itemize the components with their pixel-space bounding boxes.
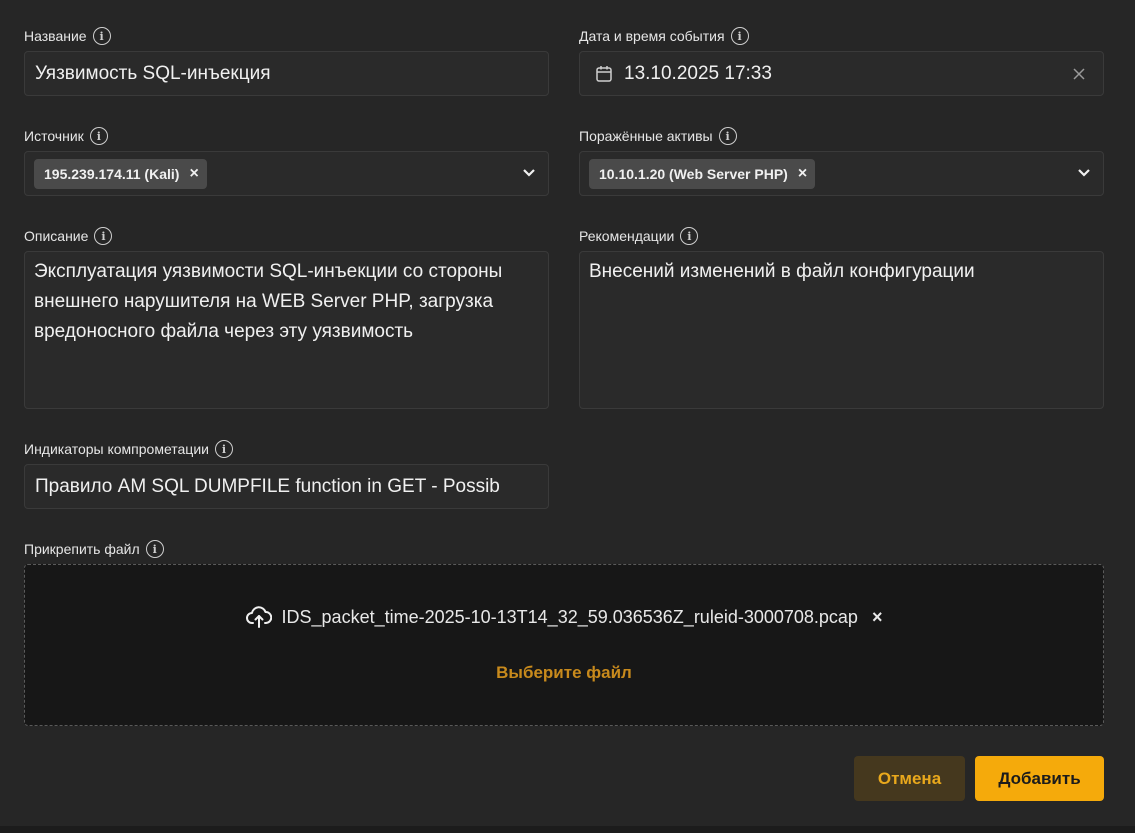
datetime-value: 13.10.2025 17:33 xyxy=(624,63,772,84)
chevron-down-icon[interactable] xyxy=(522,165,536,179)
info-icon[interactable]: i xyxy=(94,227,113,245)
datetime-input[interactable]: 13.10.2025 17:33 xyxy=(579,51,1104,96)
info-icon[interactable]: i xyxy=(89,127,108,145)
datetime-label: Дата и время события i xyxy=(579,26,749,46)
recommendations-textarea[interactable]: Внесений изменений в файл конфигурации xyxy=(579,251,1104,409)
attach-field: Прикрепить файл i xyxy=(24,539,164,559)
description-textarea[interactable]: Эксплуатация уязвимости SQL-инъекции со … xyxy=(24,251,549,409)
name-input[interactable]: Уязвимость SQL-инъекция xyxy=(24,51,549,96)
close-icon[interactable]: × xyxy=(798,165,807,183)
close-icon[interactable]: × xyxy=(189,165,198,183)
info-icon[interactable]: i xyxy=(730,27,749,45)
assets-field: Поражённые активы i xyxy=(579,126,737,146)
info-icon[interactable]: i xyxy=(92,27,111,45)
source-field: Источник i xyxy=(24,126,108,146)
chevron-down-icon[interactable] xyxy=(1077,165,1091,179)
ioc-field: Индикаторы компрометации i xyxy=(24,439,233,459)
info-icon[interactable]: i xyxy=(214,440,233,458)
description-field: Описание i xyxy=(24,226,113,246)
name-label: Название i xyxy=(24,26,111,46)
close-icon[interactable]: × xyxy=(872,607,883,628)
add-button[interactable]: Добавить xyxy=(975,756,1104,801)
ioc-input[interactable]: Правило AM SQL DUMPFILE function in GET … xyxy=(24,464,549,509)
info-icon[interactable]: i xyxy=(718,127,737,145)
incident-form: Название i Уязвимость SQL-инъекция Дата … xyxy=(0,0,1135,826)
assets-label: Поражённые активы i xyxy=(579,126,737,146)
source-chip: 195.239.174.11 (Kali) × xyxy=(34,159,207,189)
recommendations-field: Рекомендации i xyxy=(579,226,699,246)
assets-select[interactable]: 10.10.1.20 (Web Server PHP) × xyxy=(579,151,1104,196)
cancel-button[interactable]: Отмена xyxy=(854,756,965,801)
info-icon[interactable]: i xyxy=(145,540,164,558)
source-select[interactable]: 195.239.174.11 (Kali) × xyxy=(24,151,549,196)
description-label: Описание i xyxy=(24,226,113,246)
name-field: Название i xyxy=(24,26,111,46)
recommendations-label: Рекомендации i xyxy=(579,226,699,246)
asset-chip: 10.10.1.20 (Web Server PHP) × xyxy=(589,159,816,189)
attach-label: Прикрепить файл i xyxy=(24,539,164,559)
calendar-icon xyxy=(596,66,612,82)
info-icon[interactable]: i xyxy=(680,227,699,245)
file-name: IDS_packet_time-2025-10-13T14_32_59.0365… xyxy=(281,606,858,627)
ioc-label: Индикаторы компрометации i xyxy=(24,439,233,459)
close-icon[interactable] xyxy=(1073,68,1085,80)
cloud-upload-icon xyxy=(245,606,272,628)
source-label: Источник i xyxy=(24,126,108,146)
datetime-field: Дата и время события i xyxy=(579,26,749,46)
file-dropzone[interactable]: IDS_packet_time-2025-10-13T14_32_59.0365… xyxy=(24,564,1104,726)
choose-file-link[interactable]: Выберите файл xyxy=(25,663,1103,683)
attached-file: IDS_packet_time-2025-10-13T14_32_59.0365… xyxy=(25,605,1103,629)
